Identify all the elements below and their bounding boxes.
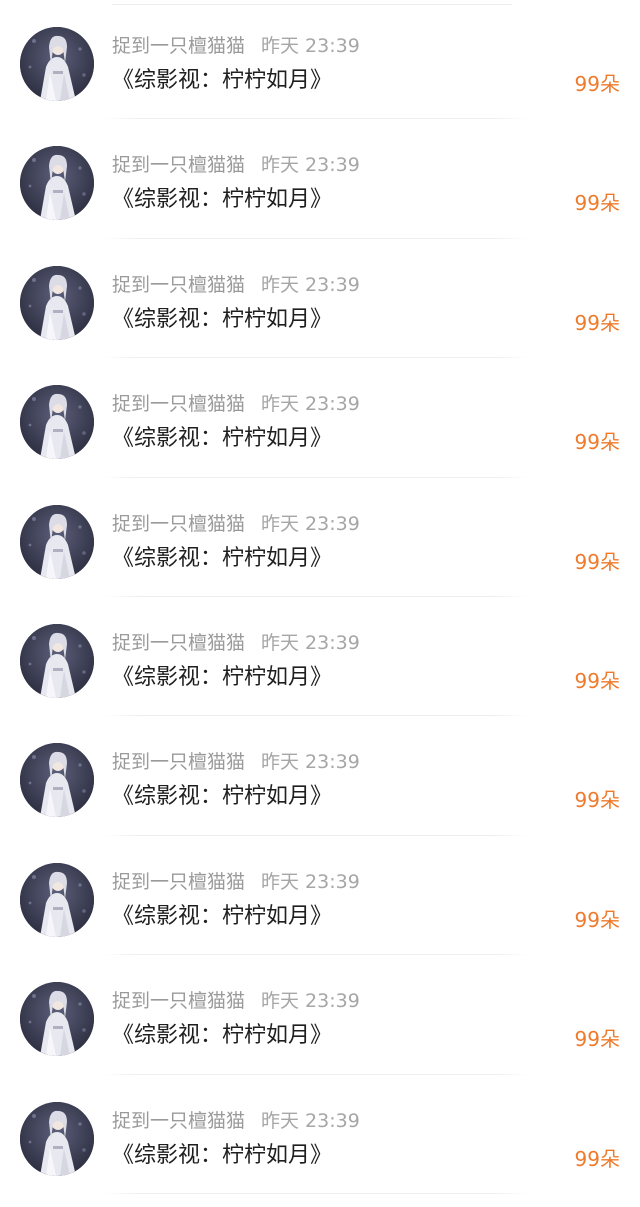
avatar[interactable] (20, 27, 94, 101)
avatar[interactable] (20, 1101, 94, 1176)
avatar-portrait-icon (20, 27, 94, 101)
comment-time: 昨天 23:39 (261, 512, 360, 535)
author-name[interactable]: 捉到一只檀猫猫 (112, 990, 245, 1012)
comment-text: 《综影视：柠柠如月》 (112, 306, 333, 332)
comment-meta: 捉到一只檀猫猫 昨天 23:39 (112, 33, 360, 59)
comment-meta: 捉到一只檀猫猫 昨天 23:39 (112, 391, 360, 417)
author-name[interactable]: 捉到一只檀猫猫 (112, 871, 245, 893)
comment-row[interactable]: 捉到一只檀猫猫 昨天 23:39 《综影视：柠柠如月》 99朵 (0, 239, 640, 359)
comment-time: 昨天 23:39 (261, 1109, 360, 1132)
avatar[interactable] (20, 624, 94, 698)
comment-meta: 捉到一只檀猫猫 昨天 23:39 (112, 630, 360, 656)
comment-meta: 捉到一只檀猫猫 昨天 23:39 (112, 988, 360, 1014)
author-name[interactable]: 捉到一只檀猫猫 (112, 1110, 245, 1132)
comment-meta: 捉到一只檀猫猫 昨天 23:39 (112, 749, 360, 775)
comment-time: 昨天 23:39 (261, 632, 360, 654)
avatar-portrait-icon (20, 743, 94, 818)
comment-text: 《综影视：柠柠如月》 (112, 68, 333, 93)
comment-text: 《综影视：柠柠如月》 (112, 545, 333, 571)
avatar[interactable] (20, 385, 94, 460)
author-name[interactable]: 捉到一只檀猫猫 (112, 513, 245, 535)
flower-count: 99朵 (574, 549, 620, 574)
avatar[interactable] (20, 146, 94, 221)
comment-text: 《综影视：柠柠如月》 (112, 903, 333, 929)
comment-text: 《综影视：柠柠如月》 (112, 426, 333, 452)
author-name[interactable]: 捉到一只檀猫猫 (112, 154, 245, 176)
comment-meta: 捉到一只檀猫猫 昨天 23:39 (112, 511, 360, 537)
flower-count: 99朵 (574, 788, 620, 813)
comment-time: 昨天 23:39 (261, 154, 360, 177)
flower-count: 99朵 (574, 72, 620, 96)
avatar-portrait-icon (20, 1101, 94, 1176)
avatar[interactable] (20, 504, 94, 579)
comment-time: 昨天 23:39 (261, 990, 360, 1013)
comment-meta: 捉到一只檀猫猫 昨天 23:39 (112, 1108, 360, 1134)
comment-row[interactable]: 捉到一只檀猫猫 昨天 23:39 《综影视：柠柠如月》 99朵 (0, 597, 640, 717)
comment-text: 《综影视：柠柠如月》 (112, 665, 333, 690)
comment-row[interactable]: 捉到一只檀猫猫 昨天 23:39 《综影视：柠柠如月》 99朵 (0, 1075, 640, 1194)
comment-row[interactable]: 捉到一只檀猫猫 昨天 23:39 《综影视：柠柠如月》 99朵 (0, 478, 640, 597)
comment-time: 昨天 23:39 (261, 35, 360, 57)
comment-row[interactable]: 捉到一只檀猫猫 昨天 23:39 《综影视：柠柠如月》 99朵 (0, 358, 640, 478)
comment-row[interactable]: 捉到一只檀猫猫 昨天 23:39 《综影视：柠柠如月》 99朵 (0, 955, 640, 1075)
flower-count: 99朵 (574, 430, 620, 455)
flower-count: 99朵 (574, 310, 620, 335)
comment-time: 昨天 23:39 (261, 751, 360, 774)
avatar[interactable] (20, 743, 94, 818)
comment-time: 昨天 23:39 (261, 273, 360, 296)
comment-row[interactable]: 捉到一只檀猫猫 昨天 23:39 《综影视：柠柠如月》 99朵 (0, 716, 640, 836)
comment-row[interactable]: 捉到一只檀猫猫 昨天 23:39 《综影视：柠柠如月》 99朵 (0, 836, 640, 956)
flower-count: 99朵 (574, 1027, 620, 1052)
avatar[interactable] (20, 982, 94, 1057)
avatar-portrait-icon (20, 265, 94, 340)
author-name[interactable]: 捉到一只檀猫猫 (112, 35, 245, 57)
flower-count: 99朵 (574, 1146, 620, 1171)
flower-count: 99朵 (574, 907, 620, 932)
avatar-portrait-icon (20, 146, 94, 221)
comment-text: 《综影视：柠柠如月》 (112, 1142, 333, 1168)
avatar[interactable] (20, 862, 94, 937)
avatar-portrait-icon (20, 385, 94, 460)
comment-time: 昨天 23:39 (261, 870, 360, 893)
comment-meta: 捉到一只檀猫猫 昨天 23:39 (112, 869, 360, 895)
comment-meta: 捉到一只檀猫猫 昨天 23:39 (112, 272, 360, 298)
comment-meta: 捉到一只檀猫猫 昨天 23:39 (112, 152, 360, 178)
avatar-portrait-icon (20, 504, 94, 579)
author-name[interactable]: 捉到一只檀猫猫 (112, 393, 245, 415)
flower-count: 99朵 (574, 191, 620, 216)
avatar[interactable] (20, 265, 94, 340)
flower-count: 99朵 (574, 669, 620, 693)
comment-text: 《综影视：柠柠如月》 (112, 1023, 333, 1049)
comment-row[interactable]: 捉到一只檀猫猫 昨天 23:39 《综影视：柠柠如月》 99朵 (0, 119, 640, 239)
avatar-portrait-icon (20, 862, 94, 937)
author-name[interactable]: 捉到一只檀猫猫 (112, 274, 245, 296)
avatar-portrait-icon (20, 982, 94, 1057)
row-divider (104, 1192, 528, 1194)
author-name[interactable]: 捉到一只檀猫猫 (112, 632, 245, 654)
comment-time: 昨天 23:39 (261, 393, 360, 416)
avatar-portrait-icon (20, 624, 94, 698)
comment-row[interactable]: 捉到一只檀猫猫 昨天 23:39 《综影视：柠柠如月》 99朵 (0, 0, 640, 120)
author-name[interactable]: 捉到一只檀猫猫 (112, 751, 245, 773)
comment-text: 《综影视：柠柠如月》 (112, 187, 333, 213)
comment-text: 《综影视：柠柠如月》 (112, 784, 333, 810)
